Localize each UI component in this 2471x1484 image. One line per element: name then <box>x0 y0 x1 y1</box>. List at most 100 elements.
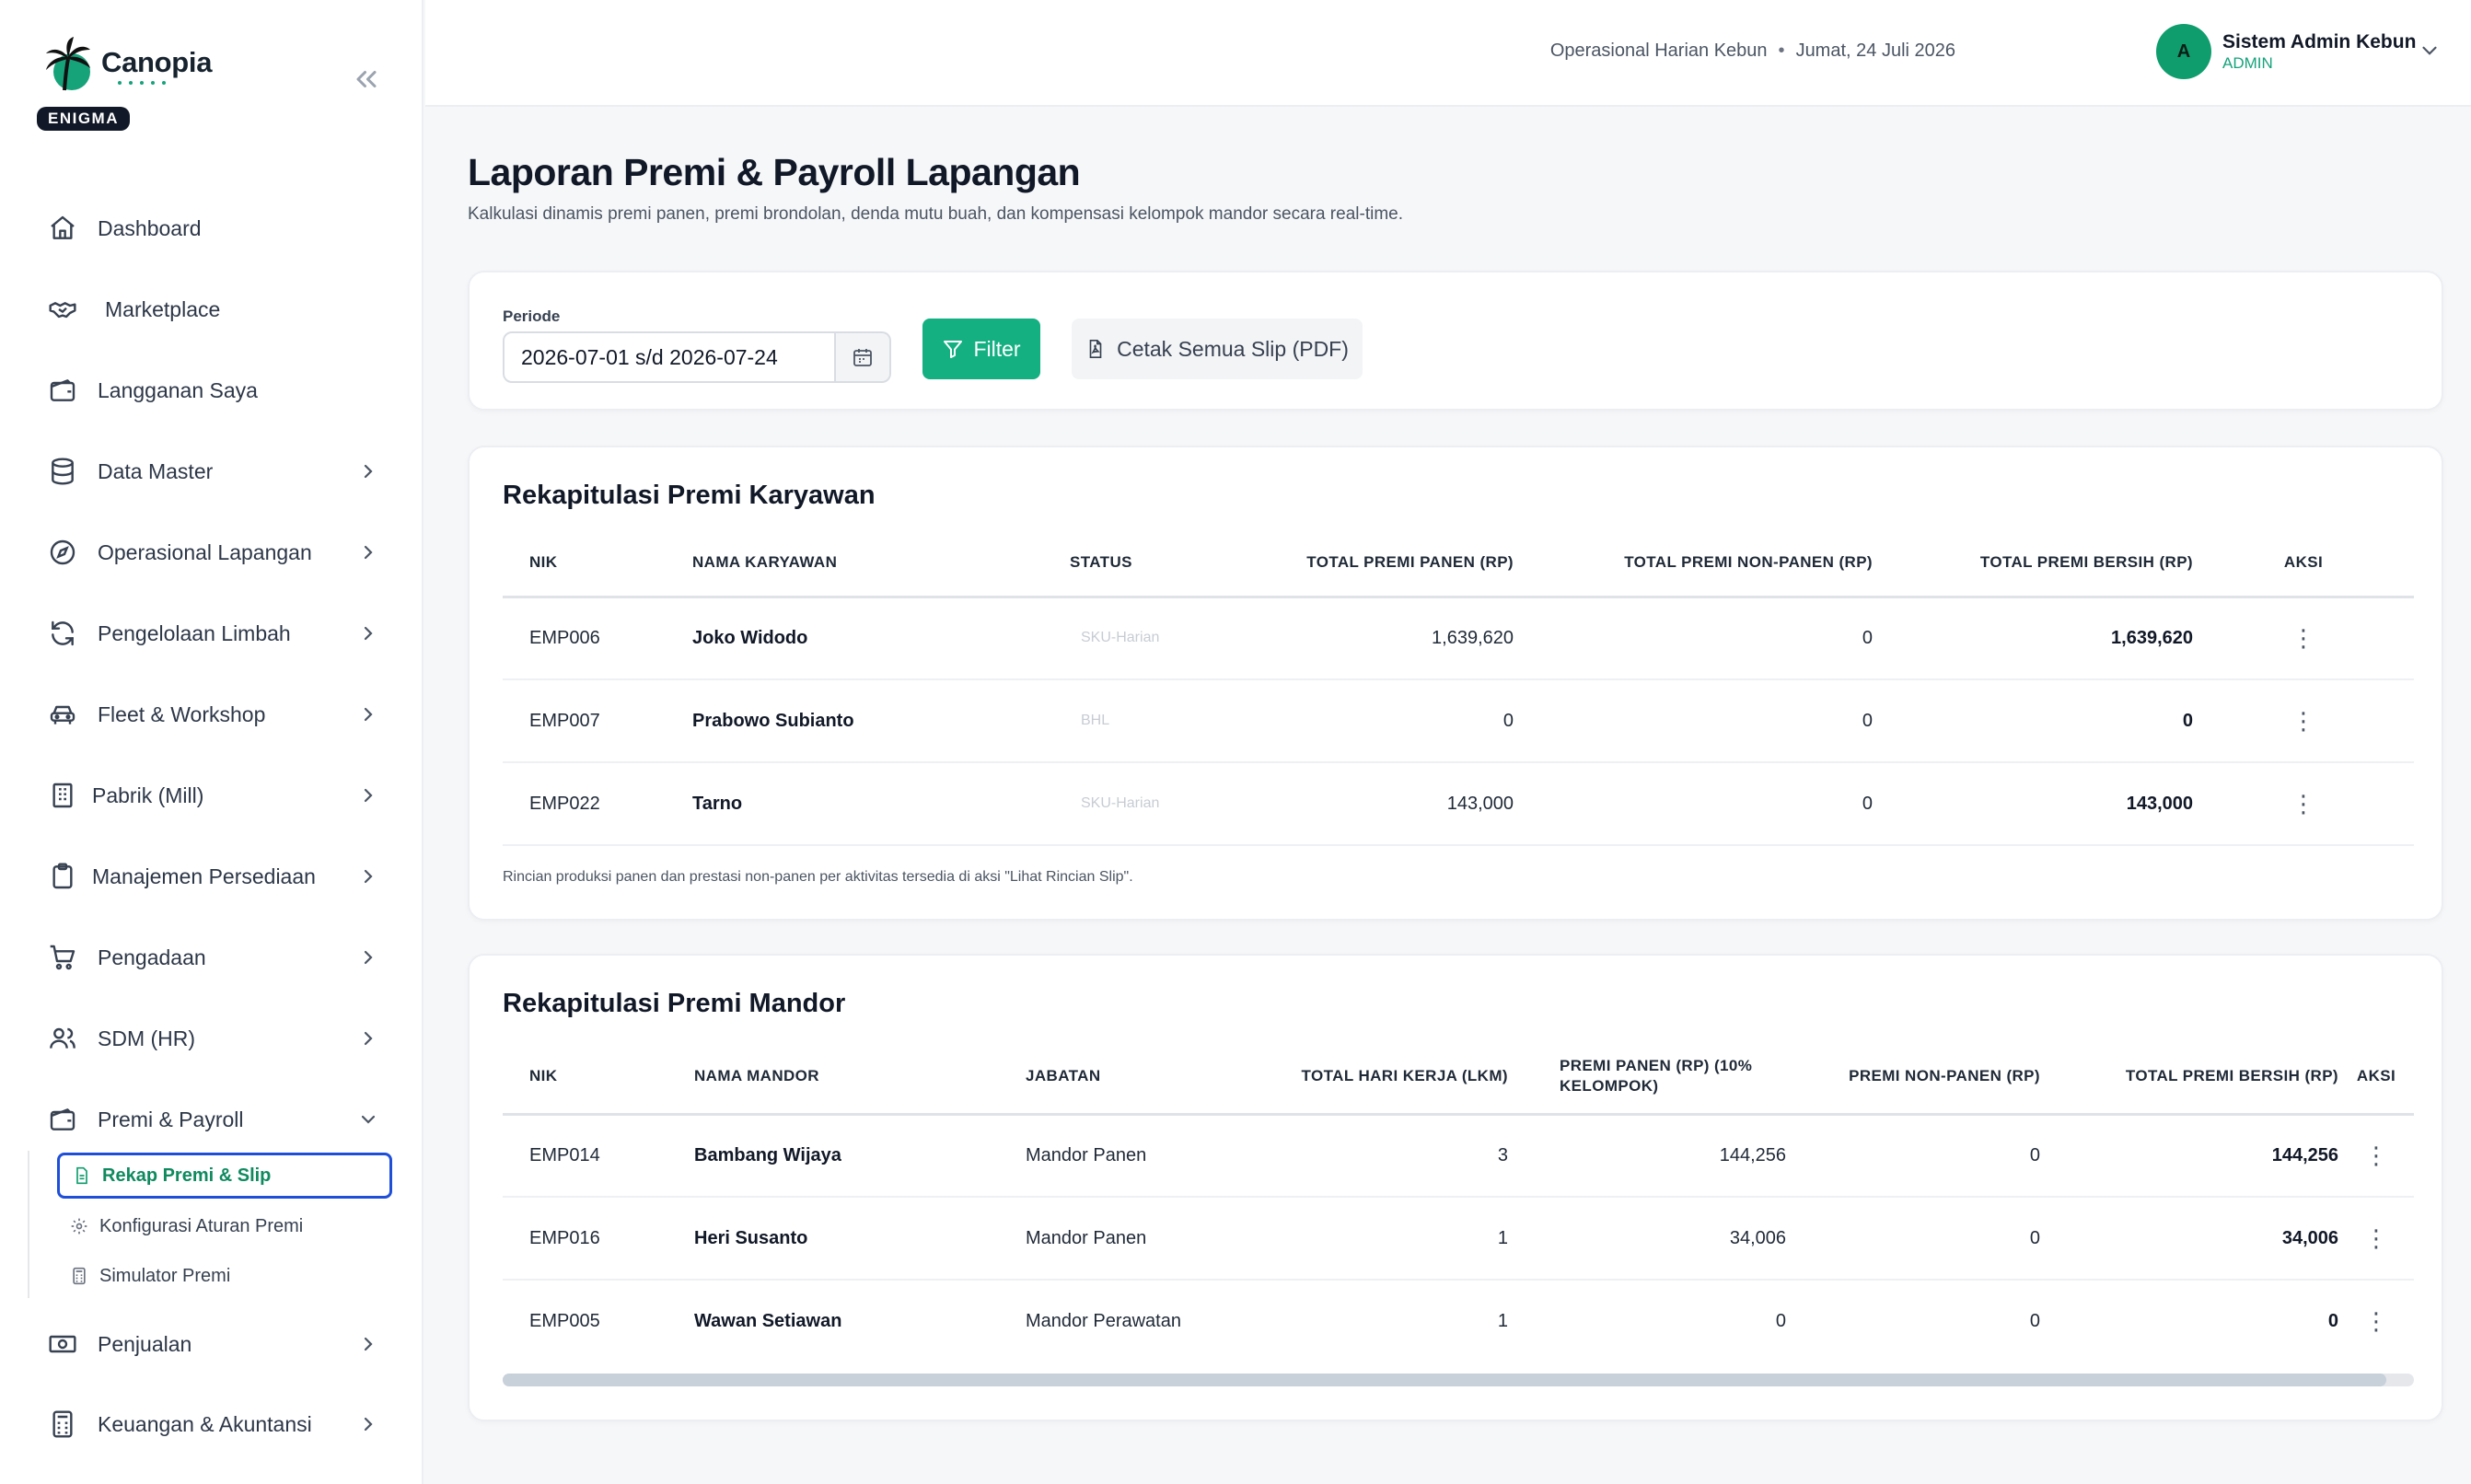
employee-name-cell: Joko Widodo <box>692 627 808 648</box>
sidebar-item-pabrik[interactable]: Pabrik (Mill) <box>48 771 379 819</box>
premi-non-panen-cell: 0 <box>1862 793 1873 814</box>
actions-cell: ⋮ <box>2193 679 2414 762</box>
collapse-sidebar-icon[interactable] <box>350 63 383 96</box>
current-date: Jumat, 24 Juli 2026 <box>1795 41 1955 61</box>
user-name[interactable]: Sistem Admin Kebun <box>2222 31 2416 53</box>
more-actions-icon[interactable]: ⋮ <box>2364 1307 2388 1335</box>
sidebar-item-label: Data Master <box>98 458 214 483</box>
premi-panen-cell: 143,000 <box>1446 793 1514 814</box>
filter-button[interactable]: Filter <box>922 319 1040 379</box>
status-badge: SKU-Harian <box>1081 630 1160 646</box>
home-icon <box>51 215 75 239</box>
more-actions-icon[interactable]: ⋮ <box>2364 1224 2388 1252</box>
sidebar-item-keuangan[interactable]: Keuangan & Akuntansi <box>48 1400 379 1448</box>
more-actions-icon[interactable]: ⋮ <box>2291 790 2315 817</box>
building-icon <box>52 783 73 808</box>
column-header: TOTAL PREMI NON-PANEN (RP) <box>1624 553 1873 572</box>
sidebar-item-label: Operasional Lapangan <box>98 539 312 564</box>
premi-non-panen-cell: 0 <box>1862 710 1873 731</box>
premi-panen-cell: 0 <box>1775 1311 1786 1331</box>
sidebar-subitem-simulator[interactable]: Simulator Premi <box>57 1253 392 1299</box>
premi-panen-cell: 144,256 <box>1719 1144 1786 1165</box>
mandor-name-cell: Bambang Wijaya <box>694 1144 841 1165</box>
brand-logo[interactable]: Canopia <box>37 35 213 94</box>
chevron-down-icon <box>361 1115 376 1124</box>
sidebar-item-langganan[interactable]: Langganan Saya <box>48 366 379 414</box>
sidebar-item-dashboard[interactable]: Dashboard <box>48 204 379 252</box>
sidebar-item-data-master[interactable]: Data Master <box>48 447 379 495</box>
sidebar-item-fleet[interactable]: Fleet & Workshop <box>48 690 379 738</box>
scrollbar-thumb[interactable] <box>503 1374 2386 1386</box>
premi-non-panen-cell: 0 <box>2029 1227 2040 1248</box>
chevron-right-icon <box>364 464 373 479</box>
mandor-premi-card: Rekapitulasi Premi Mandor NIK NAMA MANDO… <box>468 954 2443 1421</box>
print-button-label: Cetak Semua Slip (PDF) <box>1117 336 1349 361</box>
filter-button-label: Filter <box>973 336 1021 361</box>
sidebar-subitem-konfigurasi[interactable]: Konfigurasi Aturan Premi <box>57 1203 392 1249</box>
sidebar-item-label: Marketplace <box>105 296 221 321</box>
chevron-right-icon <box>364 1031 373 1046</box>
sidebar-subitem-rekap-premi[interactable]: Rekap Premi & Slip <box>57 1153 392 1199</box>
column-header: NIK <box>529 553 558 572</box>
premi-bersih-cell: 143,000 <box>2126 793 2193 814</box>
context-label: Operasional Harian Kebun <box>1549 41 1768 61</box>
column-header: AKSI <box>2356 1067 2396 1085</box>
hari-kerja-cell: 3 <box>1497 1144 1508 1165</box>
sidebar-item-persediaan[interactable]: Manajemen Persediaan <box>48 852 379 900</box>
premi-non-panen-cell: 0 <box>2029 1311 2040 1331</box>
premi-panen-cell: 0 <box>1502 710 1514 731</box>
gear-icon <box>71 1218 87 1235</box>
mandor-name-cell: Wawan Setiawan <box>694 1311 842 1331</box>
more-actions-icon[interactable]: ⋮ <box>2291 707 2315 735</box>
premi-non-panen-cell: 0 <box>2029 1144 2040 1165</box>
print-all-slips-button[interactable]: Cetak Semua Slip (PDF) <box>1072 319 1363 379</box>
sidebar-item-marketplace[interactable]: Marketplace <box>48 285 379 333</box>
top-header: Operasional Harian Kebun • Jumat, 24 Juli … <box>425 0 2471 107</box>
cart-icon <box>50 945 75 970</box>
actions-cell: ⋮ <box>2338 1114 2414 1197</box>
mandor-name-cell: Heri Susanto <box>694 1227 808 1248</box>
calculator-icon <box>73 1267 86 1285</box>
sidebar-item-limbah[interactable]: Pengelolaan Limbah <box>48 609 379 657</box>
more-actions-icon[interactable]: ⋮ <box>2364 1142 2388 1169</box>
filter-card: Periode Filter Cetak Semua Slip (PDF) <box>468 271 2443 411</box>
calendar-icon <box>853 349 872 366</box>
file-pdf-icon <box>1089 340 1102 358</box>
calendar-button[interactable] <box>836 331 891 383</box>
page-subtitle: Kalkulasi dinamis premi panen, premi bro… <box>468 204 1403 224</box>
sidebar-item-pengadaan[interactable]: Pengadaan <box>48 933 379 981</box>
nik-cell: EMP014 <box>529 1144 600 1165</box>
clipboard-icon <box>52 863 73 889</box>
actions-cell: ⋮ <box>2338 1280 2414 1362</box>
table-note: Rincian produksi panen dan prestasi non-… <box>503 869 1133 885</box>
column-header: STATUS <box>1070 553 1132 572</box>
wallet-icon <box>50 1108 75 1130</box>
sidebar-item-sdm[interactable]: SDM (HR) <box>48 1014 379 1062</box>
table-header-row: NIK NAMA KARYAWAN STATUS TOTAL PREMI PAN… <box>503 530 2414 597</box>
horizontal-scrollbar[interactable] <box>503 1374 2414 1386</box>
palm-tree-icon <box>46 37 90 91</box>
employee-table-title: Rekapitulasi Premi Karyawan <box>503 481 876 510</box>
chevron-down-icon[interactable] <box>2418 39 2442 63</box>
table-header-row: NIK NAMA MANDOR JABATAN TOTAL HARI KERJA… <box>503 1040 2414 1114</box>
premi-bersih-cell: 1,639,620 <box>2111 627 2193 648</box>
separator-dot: • <box>1778 41 1785 61</box>
sidebar-item-premi-payroll[interactable]: Premi & Payroll <box>48 1096 379 1143</box>
periode-input[interactable] <box>503 331 836 383</box>
table-row: EMP022 Tarno SKU-Harian 143,000 0 143,00… <box>503 762 2414 845</box>
chevron-right-icon <box>364 707 373 722</box>
sidebar-item-label: Fleet & Workshop <box>98 701 266 726</box>
sidebar-item-label: Langganan Saya <box>98 377 258 402</box>
premi-panen-cell: 34,006 <box>1729 1227 1786 1248</box>
user-role: ADMIN <box>2222 54 2273 72</box>
sidebar-item-penjualan[interactable]: Penjualan <box>48 1320 379 1368</box>
jabatan-cell: Mandor Panen <box>1026 1227 1147 1248</box>
avatar[interactable]: A <box>2156 24 2211 79</box>
cash-icon <box>49 1335 76 1353</box>
sidebar-item-operasional[interactable]: Operasional Lapangan <box>48 528 379 576</box>
column-header: AKSI <box>2283 553 2324 572</box>
sidebar-item-label: Manajemen Persediaan <box>92 864 316 888</box>
table-row: EMP006 Joko Widodo SKU-Harian 1,639,620 … <box>503 597 2414 679</box>
premi-non-panen-cell: 0 <box>1862 627 1873 648</box>
more-actions-icon[interactable]: ⋮ <box>2291 624 2315 652</box>
